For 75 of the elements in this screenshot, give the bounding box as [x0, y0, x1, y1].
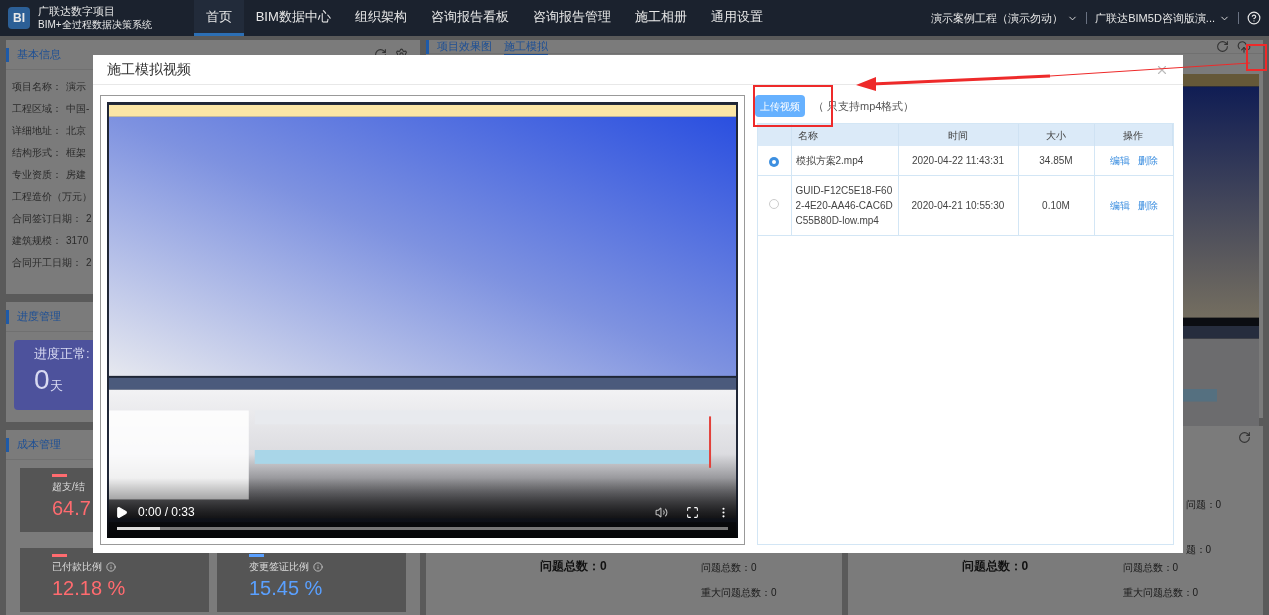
info-value: 北京 [66, 123, 86, 138]
app-subtitle: BIM+全过程数据决策系统 [38, 18, 152, 31]
info-value: 演示 [66, 79, 86, 94]
stat-text: 问题：0 [1185, 498, 1222, 512]
fullscreen-icon[interactable] [686, 505, 699, 519]
info-value: 3170 [66, 233, 89, 248]
file-size: 0.10M [1018, 175, 1094, 236]
progress-unit: 天 [49, 377, 63, 395]
action-link[interactable]: 编辑 [1109, 198, 1130, 213]
info-label: 项目名称： [12, 79, 62, 94]
upload-icon[interactable] [1237, 39, 1251, 54]
action-link[interactable]: 编辑 [1109, 153, 1130, 168]
stat-label: 超支/结 [52, 480, 85, 494]
info-label: 合同签订日期： [12, 211, 82, 226]
radio-button[interactable] [769, 157, 780, 167]
video-time: 0:00 / 0:33 [138, 504, 195, 521]
file-name: GUID-F12C5E18-F602-4E20-AA46-CAC6DC55B80D-low.mp4 [791, 175, 898, 236]
info-label: 合同开工日期： [12, 255, 82, 270]
column-header: 大小 [1018, 124, 1094, 146]
panel-title: 成本管理 [17, 437, 61, 453]
stat-text: 题：0 [1185, 543, 1213, 557]
nav-tab[interactable]: 施工相册 [622, 0, 699, 36]
info-label: 专业资质： [12, 167, 62, 182]
help-icon[interactable] [1247, 11, 1261, 25]
nav-tab[interactable]: 通用设置 [698, 0, 775, 36]
upload-time: 2020-04-21 10:55:30 [898, 175, 1018, 236]
panel-title: 进度管理 [17, 309, 61, 325]
nav-tab[interactable]: 首页 [193, 0, 244, 36]
nav-tab[interactable]: BIM数据中心 [243, 0, 343, 36]
stat-text: 重大问题总数：0 [701, 586, 777, 600]
nav-tab[interactable]: 咨询报告看板 [418, 0, 521, 36]
play-icon[interactable] [115, 505, 128, 519]
stat-text: 重大问题总数：0 [1122, 586, 1199, 600]
stat-value: 15.45 % [249, 576, 323, 601]
info-label: 结构形式： [12, 145, 62, 160]
total-count: 问题总数：0 [961, 558, 1029, 575]
app-title: 广联达数字项目 [38, 5, 116, 18]
info-value: 中国- [66, 101, 90, 116]
stat-value: 12.18 % [52, 576, 126, 601]
file-name: 模拟方案2.mp4 [791, 146, 898, 176]
progress-label: 进度正常: [34, 345, 91, 363]
column-header: 名称 [791, 124, 898, 146]
progress-track[interactable] [117, 527, 728, 530]
stat-text: 问题总数：0 [701, 561, 758, 575]
column-header: 操作 [1094, 124, 1173, 146]
info-value: 房建 [66, 167, 86, 182]
upload-time: 2020-04-22 11:43:31 [898, 146, 1018, 176]
radio-button[interactable] [769, 199, 780, 209]
info-value: 2 [86, 211, 92, 226]
account-selector[interactable]: 广联达BIM5D咨询版演... [1095, 9, 1215, 27]
highlight-frame [1246, 44, 1267, 71]
info-label: 建筑规模： [12, 233, 62, 248]
info-value: 2 [86, 255, 92, 270]
column-header: 时间 [898, 124, 1018, 146]
nav-tab[interactable]: 组织架构 [342, 0, 419, 36]
info-label: 详细地址： [12, 123, 62, 138]
panel-title: 基本信息 [17, 47, 61, 63]
action-link[interactable]: 删除 [1137, 198, 1158, 213]
dialog-title: 施工模拟视频 [107, 60, 191, 79]
progress-value: 0 [34, 363, 50, 396]
stat-value: 64.7 [52, 496, 91, 521]
panel-title: 项目效果图 [437, 39, 492, 55]
stat-label: 变更签证比例 [249, 560, 309, 574]
info-value: 框架 [66, 145, 86, 160]
stat-text: 问题总数：0 [1122, 561, 1180, 575]
info-label: 工程区域： [12, 101, 62, 116]
project-selector[interactable]: 演示案例工程（演示勿动） [931, 9, 1064, 27]
stat-label: 已付款比例 [52, 560, 102, 574]
nav-tab[interactable]: 咨询报告管理 [520, 0, 623, 36]
action-link[interactable]: 删除 [1137, 153, 1158, 168]
logo: BI [8, 7, 30, 29]
total-count: 问题总数：0 [540, 558, 607, 575]
info-label: 工程造价（万元） [12, 189, 92, 204]
file-size: 34.85M [1018, 146, 1094, 176]
volume-icon[interactable] [655, 505, 668, 519]
